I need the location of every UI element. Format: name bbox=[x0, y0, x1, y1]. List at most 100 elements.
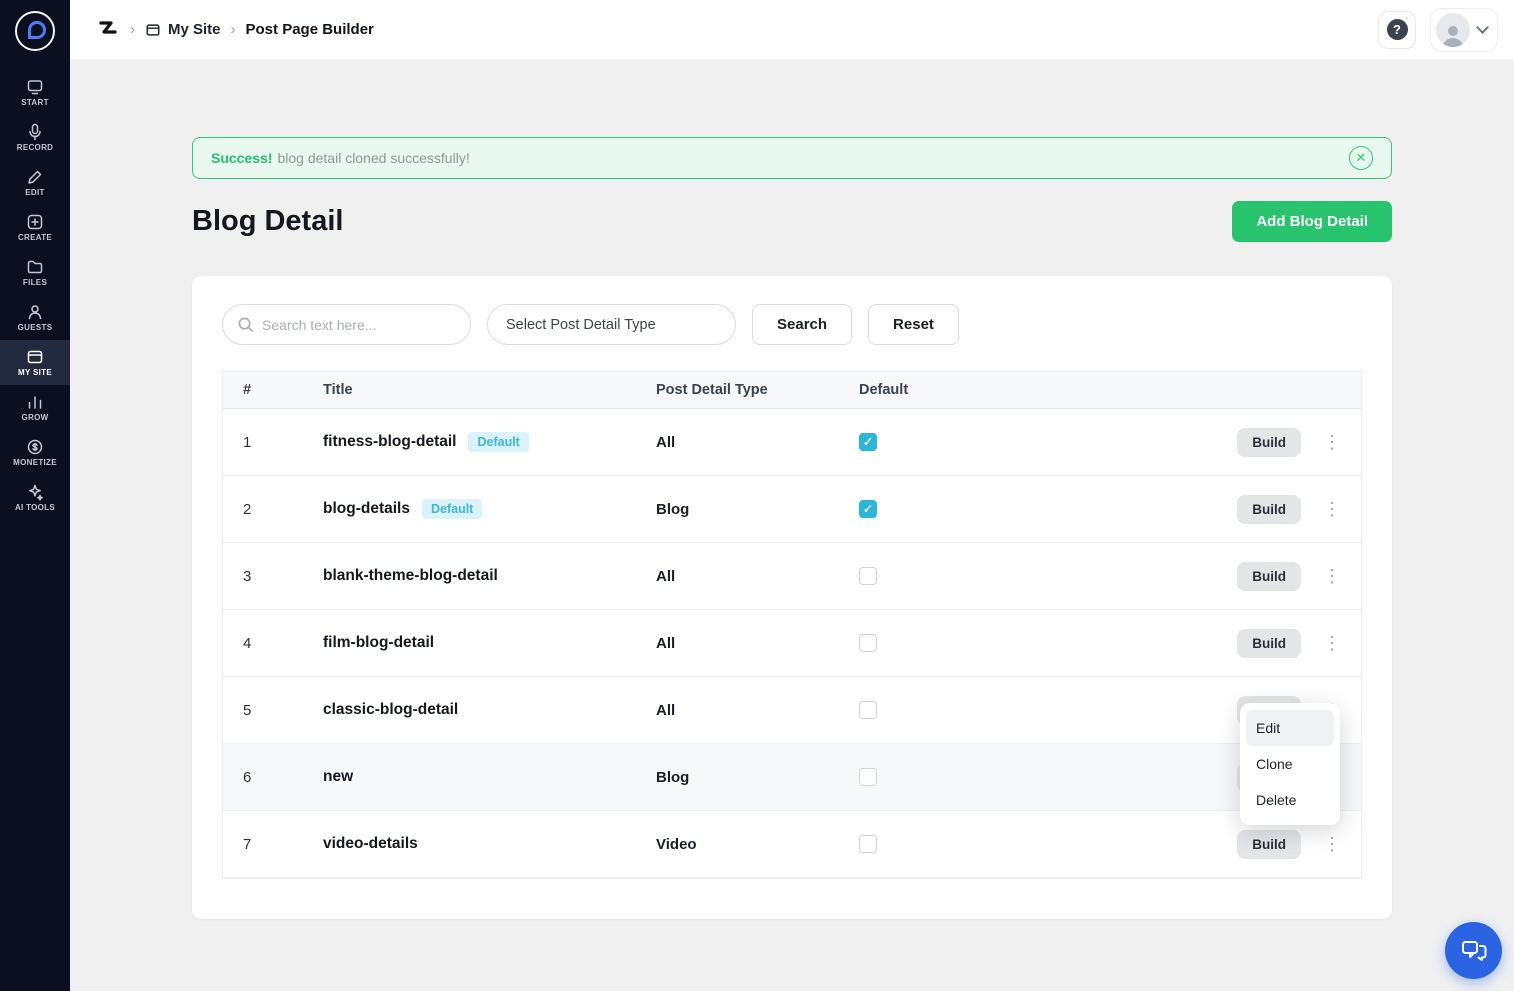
sidebar-nav: START RECORD EDIT CREATE FILES GUESTS MY… bbox=[0, 70, 70, 520]
row-number: 5 bbox=[243, 701, 252, 719]
sidebar-item-label: MY SITE bbox=[18, 368, 52, 377]
workspace-logo-icon[interactable] bbox=[96, 18, 120, 42]
chat-button[interactable] bbox=[1445, 922, 1502, 979]
dollar-icon bbox=[26, 438, 44, 456]
build-button[interactable]: Build bbox=[1237, 829, 1301, 859]
row-title: fitness-blog-detail bbox=[323, 433, 457, 450]
table-row: 2 blog-details Default Blog Build ⋮ bbox=[223, 476, 1361, 543]
account-menu[interactable] bbox=[1430, 7, 1498, 52]
sidebar-item-record[interactable]: RECORD bbox=[0, 115, 70, 160]
table-row: 6 new Blog Build⋮ bbox=[223, 744, 1361, 811]
sidebar-item-edit[interactable]: EDIT bbox=[0, 160, 70, 205]
search-button[interactable]: Search bbox=[752, 304, 853, 345]
col-header-type: Post Detail Type bbox=[656, 382, 768, 398]
chevron-right-icon: › bbox=[130, 21, 135, 38]
sidebar: START RECORD EDIT CREATE FILES GUESTS MY… bbox=[0, 0, 70, 991]
sidebar-item-label: GROW bbox=[21, 413, 49, 422]
default-checkbox[interactable] bbox=[859, 433, 877, 451]
sidebar-item-monetize[interactable]: MONETIZE bbox=[0, 430, 70, 475]
context-menu-clone[interactable]: Clone bbox=[1246, 746, 1334, 782]
sidebar-item-label: FILES bbox=[22, 278, 48, 287]
kebab-menu-icon[interactable]: ⋮ bbox=[1319, 498, 1345, 520]
row-title: video-details bbox=[323, 835, 418, 852]
build-button[interactable]: Build bbox=[1237, 494, 1301, 524]
sidebar-item-start[interactable]: START bbox=[0, 70, 70, 115]
row-type: All bbox=[656, 567, 676, 585]
default-checkbox[interactable] bbox=[859, 567, 877, 585]
row-title: classic-blog-detail bbox=[323, 701, 459, 718]
sidebar-item-grow[interactable]: GROW bbox=[0, 385, 70, 430]
row-number: 1 bbox=[243, 433, 252, 451]
sidebar-item-label: EDIT bbox=[25, 188, 45, 197]
kebab-menu-icon[interactable]: ⋮ bbox=[1319, 565, 1345, 587]
table-row: 7 video-details Video Build ⋮ bbox=[223, 811, 1361, 878]
table-row: 5 classic-blog-detail All Build⋮ bbox=[223, 677, 1361, 744]
row-type: Blog bbox=[656, 500, 690, 518]
reset-button[interactable]: Reset bbox=[868, 304, 959, 345]
sidebar-item-create[interactable]: CREATE bbox=[0, 205, 70, 250]
default-checkbox[interactable] bbox=[859, 835, 877, 853]
top-header: › My Site › Post Page Builder ? bbox=[70, 0, 1514, 60]
breadcrumb-page-label: Post Page Builder bbox=[245, 21, 374, 38]
blog-detail-table: # Title Post Detail Type Default 1 fitne… bbox=[222, 371, 1362, 879]
success-alert: Success! blog detail cloned successfully… bbox=[192, 137, 1392, 179]
folder-icon bbox=[26, 258, 44, 276]
plus-square-icon bbox=[26, 213, 44, 231]
row-title: new bbox=[323, 768, 354, 785]
kebab-menu-icon[interactable]: ⋮ bbox=[1319, 632, 1345, 654]
default-checkbox[interactable] bbox=[859, 500, 877, 518]
question-mark-icon: ? bbox=[1386, 19, 1408, 40]
close-icon[interactable]: ✕ bbox=[1349, 146, 1373, 170]
default-checkbox[interactable] bbox=[859, 768, 877, 786]
search-icon bbox=[238, 317, 253, 332]
help-button[interactable]: ? bbox=[1378, 10, 1416, 49]
chevron-down-icon bbox=[1476, 21, 1489, 34]
col-header-default: Default bbox=[859, 382, 909, 398]
search-box bbox=[222, 304, 471, 345]
sidebar-item-guests[interactable]: GUESTS bbox=[0, 295, 70, 340]
default-checkbox[interactable] bbox=[859, 634, 877, 652]
build-button[interactable]: Build bbox=[1237, 427, 1301, 457]
context-menu-edit[interactable]: Edit bbox=[1246, 710, 1334, 746]
breadcrumb-site-label: My Site bbox=[168, 21, 221, 38]
build-button[interactable]: Build bbox=[1237, 561, 1301, 591]
build-button[interactable]: Build bbox=[1237, 628, 1301, 658]
sparkle-icon bbox=[26, 483, 44, 501]
row-type: All bbox=[656, 634, 676, 652]
pencil-icon bbox=[26, 168, 44, 186]
alert-title: Success! bbox=[211, 150, 273, 166]
sidebar-item-files[interactable]: FILES bbox=[0, 250, 70, 295]
breadcrumb: › My Site › Post Page Builder bbox=[96, 18, 374, 42]
search-input[interactable] bbox=[262, 316, 456, 333]
start-icon bbox=[26, 78, 44, 96]
chevron-right-icon: › bbox=[230, 21, 236, 38]
filter-bar: Select Post Detail Type Search Reset bbox=[222, 304, 1362, 345]
row-context-menu: Edit Clone Delete bbox=[1240, 703, 1340, 825]
table-row: 4 film-blog-detail All Build ⋮ bbox=[223, 610, 1361, 677]
table-row: 1 fitness-blog-detail Default All Build ⋮ bbox=[223, 409, 1361, 476]
row-number: 7 bbox=[243, 835, 252, 853]
main-content: Success! blog detail cloned successfully… bbox=[70, 60, 1514, 991]
add-blog-detail-button[interactable]: Add Blog Detail bbox=[1232, 201, 1392, 242]
app-logo[interactable] bbox=[0, 0, 70, 62]
default-checkbox[interactable] bbox=[859, 701, 877, 719]
kebab-menu-icon[interactable]: ⋮ bbox=[1319, 431, 1345, 453]
sidebar-item-my-site[interactable]: MY SITE bbox=[0, 340, 70, 385]
row-number: 2 bbox=[243, 500, 252, 518]
post-detail-type-select[interactable]: Select Post Detail Type bbox=[487, 304, 736, 345]
row-type: Blog bbox=[656, 768, 690, 786]
context-menu-delete[interactable]: Delete bbox=[1246, 782, 1334, 818]
row-number: 6 bbox=[243, 768, 252, 786]
alert-message: blog detail cloned successfully! bbox=[277, 150, 470, 166]
sidebar-item-ai-tools[interactable]: AI TOOLS bbox=[0, 475, 70, 520]
row-title: blank-theme-blog-detail bbox=[323, 567, 498, 584]
chat-bubbles-icon bbox=[1461, 940, 1486, 961]
avatar bbox=[1436, 12, 1470, 47]
kebab-menu-icon[interactable]: ⋮ bbox=[1319, 833, 1345, 855]
default-badge: Default bbox=[421, 499, 483, 519]
table-header-row: # Title Post Detail Type Default bbox=[223, 372, 1361, 409]
breadcrumb-my-site[interactable]: My Site bbox=[145, 21, 221, 38]
person-icon bbox=[26, 303, 44, 321]
sidebar-item-label: START bbox=[21, 98, 49, 107]
select-value: Select Post Detail Type bbox=[506, 316, 656, 333]
